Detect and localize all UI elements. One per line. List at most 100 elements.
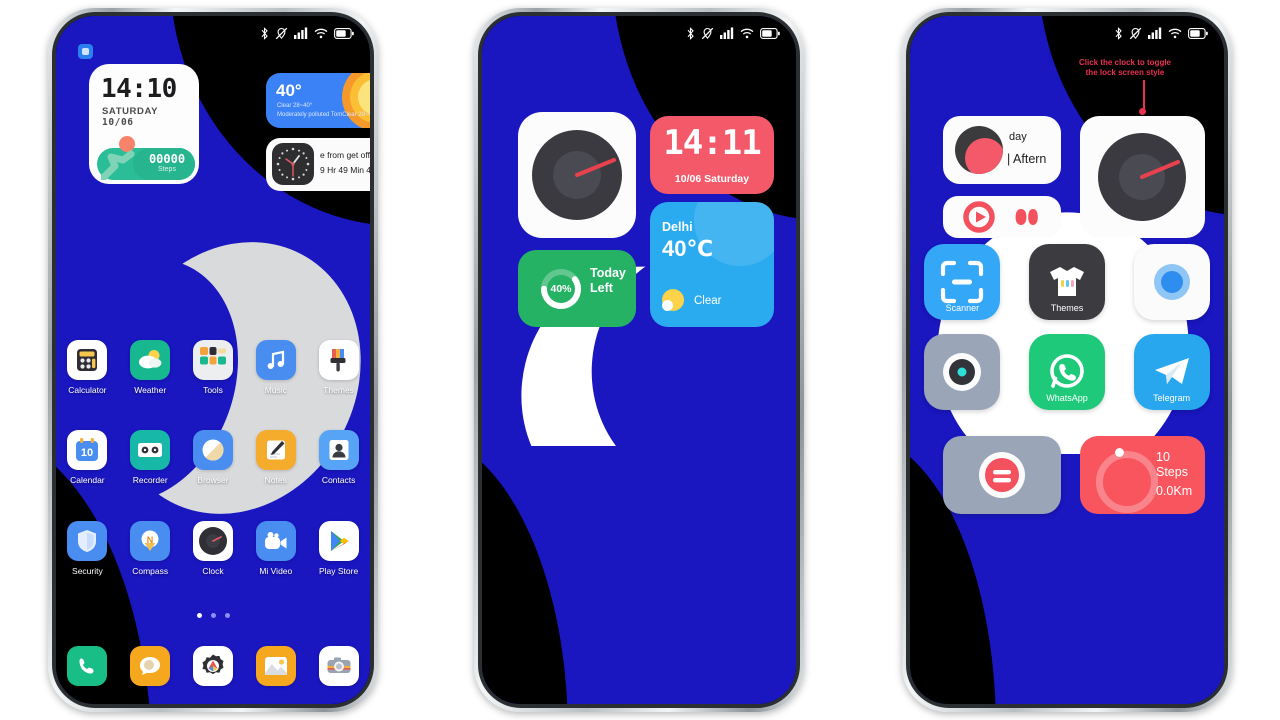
battery-icon: [334, 27, 354, 39]
dock-gallery[interactable]: [244, 646, 307, 686]
weather-line2: Moderately polluted TomClear 29~40°: [277, 112, 370, 118]
settings-icon: [192, 646, 233, 686]
app-clock[interactable]: Clock: [182, 521, 245, 576]
today-line1: Today: [590, 266, 626, 280]
phone-icon: [67, 646, 108, 686]
page-dot-3[interactable]: [224, 613, 230, 618]
messages-icon: [130, 646, 171, 686]
work-line1: e from get off work: [320, 150, 370, 160]
telegram-icon: Telegram: [1133, 334, 1210, 410]
annotation-pointer-dot: [1139, 108, 1146, 115]
steps-label: Steps: [1156, 465, 1188, 479]
today-left-widget[interactable]: 40% Today Left: [518, 250, 636, 327]
page-indicator[interactable]: [56, 613, 370, 618]
notification-badge[interactable]: [78, 44, 93, 59]
app-grid-3: Scanner Themes WhatsApp Telegram: [910, 244, 1224, 410]
signal-bars-icon: [294, 27, 308, 39]
app-label: Play Store: [318, 566, 359, 576]
camera-icon: [318, 646, 359, 686]
day-night-widget[interactable]: day | Aftern: [943, 116, 1061, 184]
app-label: Clock: [202, 566, 224, 576]
scanner-icon: Scanner: [924, 244, 1001, 320]
steps-label: Steps: [158, 166, 176, 173]
app-whatsapp[interactable]: WhatsApp: [1015, 334, 1120, 410]
page-dot-1[interactable]: [196, 613, 202, 618]
app-label: Contacts: [321, 475, 356, 485]
today-left-text: Today Left: [590, 266, 626, 296]
weather-widget-1[interactable]: 40° Clear 28~40° Moderately polluted Tom…: [266, 73, 370, 128]
dock-camera[interactable]: [307, 646, 370, 686]
play-circle-icon[interactable]: [963, 201, 995, 233]
wifi-icon: [1168, 28, 1182, 38]
app-calculator[interactable]: Calculator: [56, 340, 119, 395]
phone-screen-3[interactable]: Click the clock to toggle the lock scree…: [910, 16, 1224, 704]
app-themes-3[interactable]: Themes: [1015, 244, 1120, 320]
digital-clock-widget-2[interactable]: 14:11 10/06 Saturday: [650, 116, 774, 194]
page-dot-2[interactable]: [210, 613, 216, 618]
equals-circle-icon[interactable]: [943, 436, 1061, 514]
app-mi-video[interactable]: Mi Video: [244, 521, 307, 576]
app-label: Browser: [197, 475, 229, 485]
video-clip-icon[interactable]: [1015, 209, 1038, 225]
digital-date: 10/06 Saturday: [674, 173, 750, 185]
app-play-store[interactable]: Play Store: [307, 521, 370, 576]
battery-icon: [1188, 27, 1208, 39]
app-notes[interactable]: Notes: [244, 430, 307, 485]
analog-clock-face: [1098, 133, 1186, 221]
signal-bars-icon: [1148, 27, 1162, 39]
app-contacts[interactable]: Contacts: [307, 430, 370, 485]
dock-phone[interactable]: [56, 646, 119, 686]
steps-progress-ring: [1096, 451, 1158, 513]
app-themes[interactable]: Themes: [307, 340, 370, 395]
app-label: Themes: [323, 385, 354, 395]
location-off-icon: [1129, 27, 1142, 39]
annotation-pointer-line: [1143, 80, 1145, 110]
themes-icon: [318, 340, 359, 380]
calendar-icon: 10: [67, 430, 108, 470]
compass-icon: N: [130, 521, 171, 561]
app-scanner[interactable]: Scanner: [910, 244, 1015, 320]
app-calendar[interactable]: 10 Calendar: [56, 430, 119, 485]
app-blue-circle[interactable]: [1119, 244, 1224, 320]
browser-icon: [192, 430, 233, 470]
themes-shirt-icon: Themes: [1028, 244, 1105, 320]
phone-screen-2[interactable]: 14:11 10/06 Saturday 40% Today Left Delh…: [482, 16, 796, 704]
analog-clock-widget-3[interactable]: [1080, 116, 1205, 238]
analog-clock-widget-2[interactable]: [518, 112, 636, 238]
phone-mockup-1: 14:10 SATURDAY 10/06 00000 Steps 40° Cle…: [48, 8, 378, 712]
bluetooth-icon: [1115, 26, 1122, 40]
recorder-icon: [130, 430, 171, 470]
app-weather[interactable]: Weather: [119, 340, 182, 395]
app-compass[interactable]: N Compass: [119, 521, 182, 576]
wifi-icon: [314, 28, 328, 38]
app-recorder[interactable]: Recorder: [119, 430, 182, 485]
phone-screen-1[interactable]: 14:10 SATURDAY 10/06 00000 Steps 40° Cle…: [56, 16, 370, 704]
day-line2: | Aftern: [1007, 152, 1047, 166]
app-equals-circle-wrap: [943, 436, 1061, 514]
dock-messages[interactable]: [119, 646, 182, 686]
battery-icon: [760, 27, 780, 39]
media-shortcut-widget[interactable]: [943, 196, 1061, 238]
app-tools-folder[interactable]: Tools: [182, 340, 245, 395]
app-label: Compass: [132, 566, 169, 576]
bluetooth-icon: [261, 26, 268, 40]
app-camera-lens[interactable]: [910, 334, 1015, 410]
app-telegram[interactable]: Telegram: [1119, 334, 1224, 410]
weather-condition: Clear: [694, 295, 722, 307]
play-store-icon: [318, 521, 359, 561]
app-label: Calendar: [70, 475, 105, 485]
steps-widget-3[interactable]: 10 Steps 0.0Km: [1080, 436, 1205, 514]
app-row-2: 10 Calendar Recorder Browser Notes Conta…: [56, 430, 370, 485]
app-security[interactable]: Security: [56, 521, 119, 576]
app-label: Telegram: [1153, 393, 1191, 403]
app-label: Tools: [203, 385, 223, 395]
phone-mockup-3: Click the clock to toggle the lock scree…: [902, 8, 1232, 712]
steps-runner-graphic: 00000 Steps: [93, 136, 195, 180]
get-off-work-widget[interactable]: e from get off work 9 Hr 49 Min 4 Sec: [266, 138, 370, 191]
analog-clock-face: [532, 130, 622, 220]
app-music[interactable]: Music: [244, 340, 307, 395]
clock-steps-widget[interactable]: 14:10 SATURDAY 10/06 00000 Steps: [89, 64, 199, 184]
app-browser[interactable]: Browser: [182, 430, 245, 485]
weather-widget-2[interactable]: Delhi 40℃ Clear: [650, 202, 774, 327]
dock-settings[interactable]: [182, 646, 245, 686]
